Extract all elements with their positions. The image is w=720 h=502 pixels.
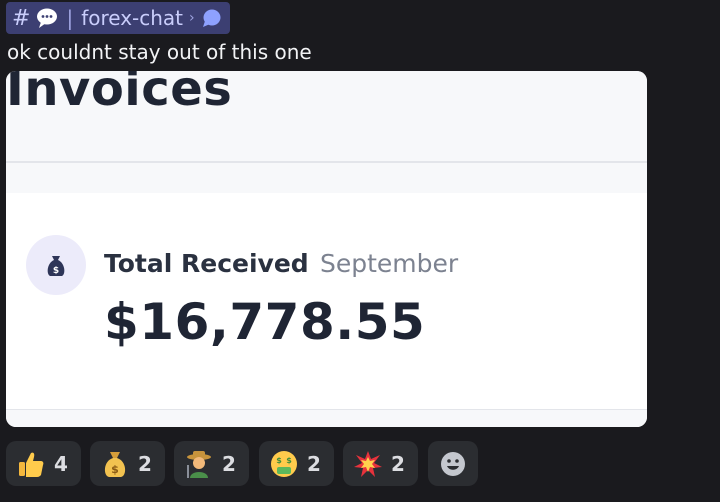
add-reaction-button[interactable] bbox=[428, 441, 478, 486]
reaction-collision[interactable]: 2 bbox=[343, 441, 418, 486]
collision-icon bbox=[354, 450, 382, 477]
chevron-right-icon: › bbox=[189, 10, 195, 26]
svg-text:$: $ bbox=[286, 456, 292, 465]
channel-mention-pill[interactable]: # | forex-chat › bbox=[6, 2, 230, 34]
money-bag-icon: $ bbox=[26, 235, 86, 295]
total-received-label: Total Received bbox=[104, 249, 309, 278]
channel-name[interactable]: forex-chat bbox=[81, 6, 183, 30]
image-title: Invoices bbox=[6, 71, 233, 117]
svg-text:$: $ bbox=[111, 463, 119, 476]
image-footer-area bbox=[6, 409, 647, 427]
reaction-count: 2 bbox=[307, 451, 321, 476]
reaction-count: 2 bbox=[138, 451, 152, 476]
total-amount: $16,778.55 bbox=[104, 293, 426, 351]
thumbs-up-icon bbox=[19, 452, 44, 477]
money-bag-icon: $ bbox=[104, 451, 126, 477]
reaction-thumbs-up[interactable]: 4 bbox=[6, 441, 81, 486]
thread-bubble-icon bbox=[201, 8, 221, 28]
period-label: September bbox=[320, 249, 459, 278]
svg-text:$: $ bbox=[53, 266, 59, 276]
add-reaction-icon bbox=[441, 451, 465, 476]
reaction-farmer[interactable]: 2 bbox=[174, 441, 249, 486]
reaction-money-mouth-face[interactable]: $ $ 2 bbox=[259, 441, 334, 486]
svg-text:$: $ bbox=[276, 456, 282, 465]
channel-hash-icon: # bbox=[12, 5, 31, 31]
reaction-count: 2 bbox=[391, 451, 405, 476]
chat-bubble-icon bbox=[36, 7, 58, 29]
reaction-count: 4 bbox=[54, 451, 68, 476]
image-gap bbox=[6, 163, 647, 193]
message-content: ok couldnt stay out of this one bbox=[7, 40, 312, 64]
money-mouth-face-icon: $ $ bbox=[271, 450, 297, 477]
attached-image[interactable]: Invoices $ Total Received September $16,… bbox=[6, 71, 647, 427]
farmer-icon bbox=[187, 450, 211, 478]
channel-separator: | bbox=[66, 6, 74, 30]
reaction-count: 2 bbox=[222, 451, 236, 476]
reaction-money-bag[interactable]: $ 2 bbox=[90, 441, 165, 486]
